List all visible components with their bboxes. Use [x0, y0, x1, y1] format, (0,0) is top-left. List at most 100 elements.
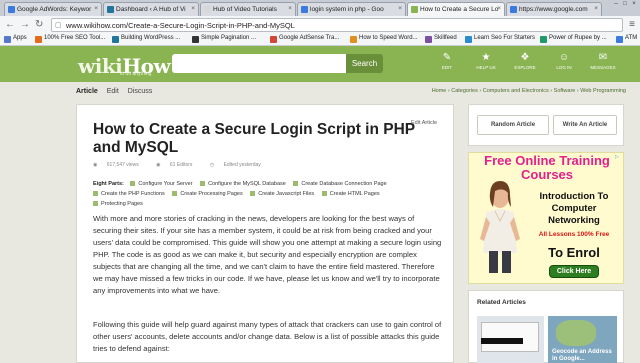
site-header: wikiHow to do anything Search ✎ EDIT ★ H…	[0, 46, 640, 82]
bookmark-label: Learn Seo For Starters	[474, 35, 536, 41]
tab-label: https://www.google.com	[519, 6, 588, 13]
bookmark-item[interactable]: Simple Pagination ...	[192, 35, 256, 43]
bookmark-label: Apps	[13, 35, 27, 41]
part-link[interactable]: Create Javascript Files	[250, 191, 314, 197]
breadcrumb[interactable]: Home › Categories › Computers and Electr…	[432, 88, 626, 94]
bookmark-item[interactable]: Google AdSense Tra...	[270, 35, 339, 43]
logo-wiki-text: wiki	[78, 54, 123, 78]
bookmark-item[interactable]: 100% Free SEO Tool...	[35, 35, 106, 43]
forward-arrow-icon[interactable]: →	[20, 19, 30, 31]
site-search-input[interactable]	[172, 54, 346, 73]
tab-favicon-icon	[301, 6, 308, 13]
clock-icon: ◷	[209, 162, 216, 168]
thumbnail-bar	[481, 338, 523, 344]
tab-article[interactable]: Article	[76, 88, 98, 95]
bookmark-apps[interactable]: Apps	[4, 35, 27, 43]
people-icon: ◉	[156, 162, 162, 168]
part-link[interactable]: Create the PHP Functions	[93, 191, 165, 197]
bookmark-item[interactable]: Power of Rupee by ...	[540, 35, 607, 43]
nav-edit[interactable]: ✎ EDIT	[430, 52, 464, 71]
part-link[interactable]: Configure Your Server	[130, 181, 192, 187]
bookmarks-bar: Apps 100% Free SEO Tool... Building Word…	[0, 34, 640, 46]
nav-label: MESSAGES	[590, 65, 616, 70]
part-link[interactable]: Configure the MySQL Database	[200, 181, 286, 187]
bookmark-favicon-icon	[425, 36, 432, 43]
ad-click-here-button[interactable]: Click Here	[549, 265, 599, 278]
close-tab-icon[interactable]: ×	[594, 5, 598, 12]
close-tab-icon[interactable]: ×	[398, 5, 402, 12]
address-bar[interactable]: ▢ www.wikihow.com/Create-a-Secure-Login-…	[51, 18, 623, 32]
nav-label: HELP US	[476, 65, 496, 70]
maximize-icon[interactable]: □	[621, 1, 629, 7]
bookmark-item[interactable]: Building WordPress ...	[112, 35, 181, 43]
random-article-button[interactable]: Random Article	[477, 115, 549, 135]
bookmark-item[interactable]: How to Speed Word...	[350, 35, 418, 43]
ad-offer: All Lessons 100% Free	[538, 231, 610, 238]
explore-icon: ❖	[520, 52, 530, 63]
part-link[interactable]: Create HTML Pages	[322, 191, 380, 197]
part-link[interactable]: Protecting Pages	[93, 201, 143, 207]
browser-tab[interactable]: Hub of Video Tutorials ×	[200, 2, 296, 16]
menu-icon[interactable]: ≡	[629, 19, 635, 30]
second-paragraph: Following this guide will help guard aga…	[93, 320, 442, 353]
browser-tab-active[interactable]: How to Create a Secure Lo ×	[407, 2, 505, 16]
nav-help-us[interactable]: ★ HELP US	[469, 52, 503, 71]
close-tab-icon[interactable]: ×	[497, 5, 501, 12]
edited-time: ◷ Edited yesterday	[210, 162, 269, 168]
browser-tab[interactable]: Dashboard ‹ A Hub of Vi ×	[103, 2, 199, 16]
bookmark-label: ATM	[625, 35, 638, 41]
browser-tab[interactable]: login system in php - Goo ×	[297, 2, 406, 16]
back-arrow-icon[interactable]: ←	[5, 19, 15, 31]
intro-paragraph: With more and more stories of cracking i…	[93, 214, 442, 295]
write-article-button[interactable]: Write An Article	[553, 115, 617, 135]
close-window-icon[interactable]: ×	[630, 1, 638, 7]
bookmark-label: 100% Free SEO Tool...	[44, 35, 106, 41]
close-tab-icon[interactable]: ×	[288, 5, 292, 12]
related-heading: Related Articles	[477, 299, 526, 306]
tab-favicon-icon	[107, 6, 114, 13]
views-text: 617,547 views	[106, 162, 139, 168]
related-article-thumbnail[interactable]	[477, 316, 544, 363]
bookmark-favicon-icon	[35, 36, 42, 43]
close-tab-icon[interactable]: ×	[191, 5, 195, 12]
tab-discuss[interactable]: Discuss	[128, 88, 153, 95]
nav-label: LOG IN	[556, 65, 572, 70]
bookmark-item[interactable]: ATM	[616, 35, 638, 43]
envelope-icon: ✉	[598, 52, 608, 63]
related-article-thumbnail[interactable]: Geocode an Address in Google...	[548, 316, 617, 363]
nav-explore[interactable]: ❖ EXPLORE	[508, 52, 542, 71]
bookmark-item[interactable]: Skillfeed	[425, 35, 457, 43]
address-bar-url: www.wikihow.com/Create-a-Secure-Login-Sc…	[66, 21, 295, 30]
bookmark-favicon-icon	[192, 36, 199, 43]
bookmark-label: Skillfeed	[434, 35, 457, 41]
thumbnail-map-land	[556, 320, 596, 346]
site-tagline: to do anything	[120, 71, 152, 77]
bookmark-favicon-icon	[616, 36, 623, 43]
part-link[interactable]: Create Database Connection Page	[293, 181, 386, 187]
browser-tab[interactable]: Google AdWords: Keywor ×	[4, 2, 102, 16]
ad-enrol: To Enrol	[548, 245, 600, 260]
close-tab-icon[interactable]: ×	[94, 5, 98, 12]
tab-label: Hub of Video Tutorials	[213, 6, 277, 13]
ad-line: Computer	[551, 203, 597, 214]
reload-icon[interactable]: ↻	[35, 19, 43, 31]
bookmark-label: Building WordPress ...	[121, 35, 181, 41]
nav-messages[interactable]: ✉ MESSAGES	[586, 52, 620, 71]
bookmark-item[interactable]: Learn Seo For Starters	[465, 35, 536, 43]
tab-favicon-icon	[204, 6, 211, 13]
nav-log-in[interactable]: ☺ LOG IN	[547, 52, 581, 71]
browser-tab[interactable]: https://www.google.com ×	[506, 2, 602, 16]
window-controls: – □ ×	[612, 1, 638, 7]
parts-list: Eight Parts: Configure Your Server Confi…	[93, 179, 443, 209]
search-button[interactable]: Search	[346, 54, 383, 73]
advertisement[interactable]: ▷ Free Online Training Courses Introduct…	[468, 152, 624, 284]
nav-label: EDIT	[441, 65, 453, 70]
part-link[interactable]: Create Processing Pages	[172, 191, 242, 197]
tab-edit[interactable]: Edit	[107, 88, 119, 95]
bookmark-favicon-icon	[540, 36, 547, 43]
related-articles: Related Articles Geocode an Address in G…	[468, 290, 624, 363]
tab-favicon-icon	[411, 6, 418, 13]
minimize-icon[interactable]: –	[612, 1, 620, 7]
editors-count[interactable]: ◉ 61 Editors	[156, 162, 200, 168]
tab-favicon-icon	[510, 6, 517, 13]
